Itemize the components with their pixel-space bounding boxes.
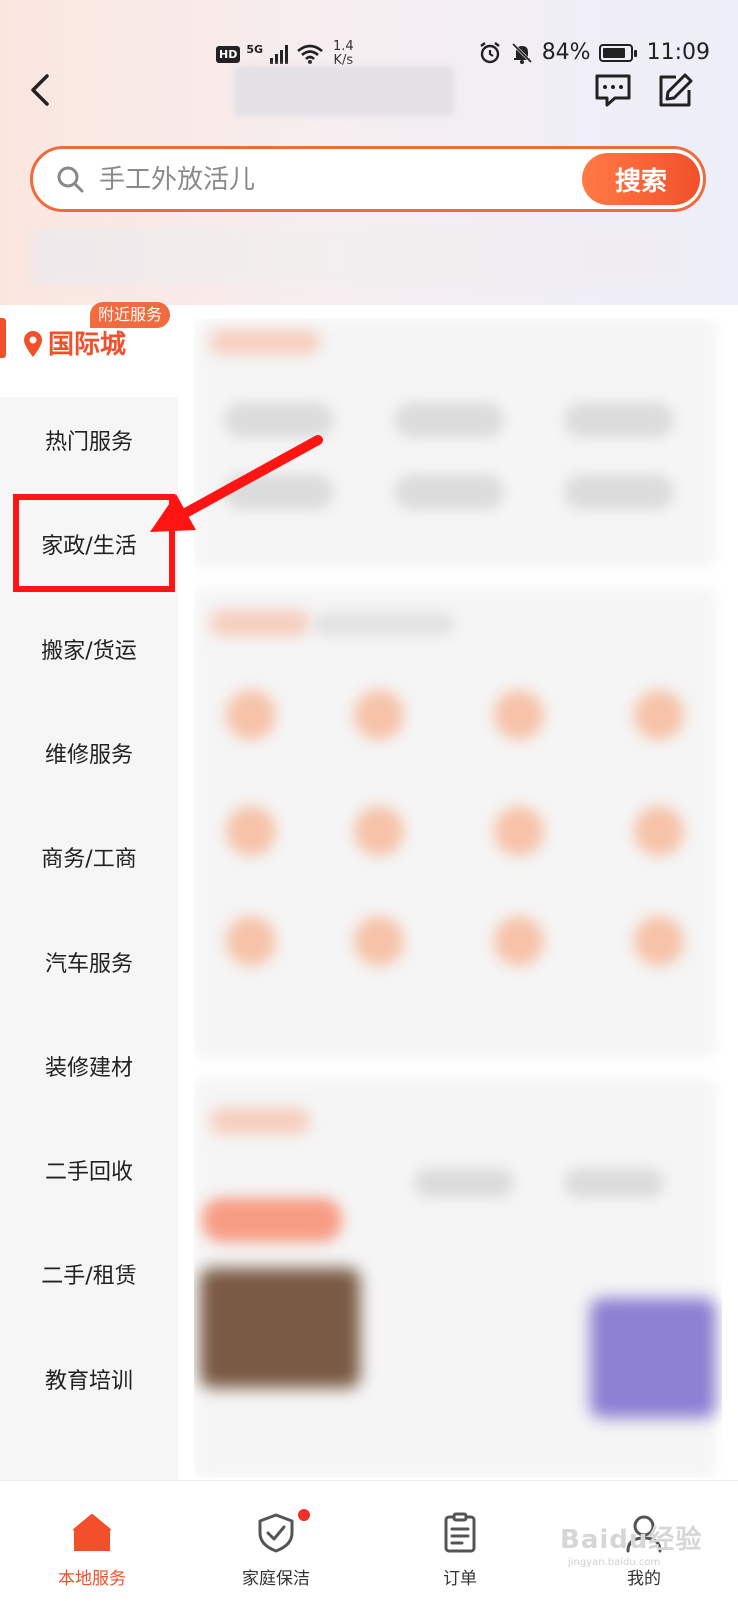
back-button[interactable] [20,68,60,112]
clipboard-icon [444,1512,476,1553]
blurred-icon [354,690,404,740]
nav-label: 本地服务 [58,1569,126,1589]
blurred-heading-2 [210,610,310,636]
sidebar-category[interactable]: 二手/租赁 [0,1244,178,1304]
search-bar[interactable]: 搜索 [30,146,706,212]
watermark: Baidu经验 [560,1525,703,1555]
blurred-chip [394,474,504,510]
clock: 11:09 [646,40,710,65]
blurred-photo [590,1298,716,1418]
battery-percent: 84% [541,40,591,65]
alarm-icon [479,41,500,63]
service-content-blurred [194,318,722,1478]
blurred-photo [200,1268,360,1388]
page-title-blurred [234,66,454,116]
search-icon [57,166,84,193]
shield-check-icon [258,1513,294,1553]
sidebar-category[interactable]: 装修建材 [0,1036,178,1096]
network-type: 5G [246,42,264,56]
blurred-icon [634,690,684,740]
nav-local-services[interactable]: 本地服务 [0,1481,184,1601]
blurred-chip [394,402,504,438]
blurred-chip [564,402,674,438]
blurred-icon [354,916,404,966]
blurred-icon [634,916,684,966]
location-pin-icon [24,331,42,357]
blurred-chip [564,1168,664,1198]
watermark-sub: jingyan.baidu.com [568,1557,661,1568]
blurred-heading-1 [210,330,320,354]
sidebar-category[interactable]: 汽车服务 [0,932,178,992]
blurred-chip [414,1168,514,1198]
sidebar-category[interactable]: 热门服务 [0,410,178,470]
nav-label: 家庭保洁 [242,1569,310,1589]
search-input[interactable] [97,157,601,203]
blurred-icon [634,806,684,856]
chevron-left-icon [31,74,49,106]
blurred-chip [224,402,334,438]
message-icon [595,74,631,107]
blurred-tag [202,1198,342,1242]
search-button[interactable]: 搜索 [582,153,700,205]
blurred-icon [494,806,544,856]
edit-button[interactable] [652,68,698,114]
location-name[interactable]: 国际城 [48,324,126,361]
blurred-panel-1 [194,318,716,568]
home-icon [72,1514,112,1551]
sidebar-category[interactable]: 商务/工商 [0,827,178,887]
nav-home-cleaning[interactable]: 家庭保洁 [184,1481,368,1601]
blurred-icon [226,916,276,966]
location-indicator [0,318,6,358]
status-right: 84% 11:09 [478,40,710,65]
status-left: HD 5G 1.4 K/s [216,40,354,68]
category-tabs-blurred [32,228,692,284]
mute-bell-icon [511,42,532,64]
bottom-nav: 本地服务 家庭保洁 订单 我的 Baidu经验 jingyan.baidu.co… [0,1480,738,1601]
battery-icon [598,43,637,62]
message-button[interactable] [590,68,636,114]
highlight-box [13,494,175,592]
nav-orders[interactable]: 订单 [368,1481,552,1601]
blurred-heading-3 [210,1108,310,1134]
blurred-icon [494,916,544,966]
sidebar-category[interactable]: 教育培训 [0,1349,178,1409]
blurred-chip [224,474,334,510]
blurred-icon [226,806,276,856]
edit-icon [659,73,693,107]
net-speed: 1.4 K/s [333,40,354,68]
nav-label: 订单 [443,1569,477,1589]
battery-fill [602,47,625,58]
blurred-icon [494,690,544,740]
wifi-icon [297,44,323,64]
blurred-chip [564,474,674,510]
net-speed-value: 1.4 [333,39,354,54]
sidebar-category[interactable]: 搬家/货运 [0,619,178,679]
sidebar-category[interactable]: 维修服务 [0,723,178,783]
signal-icon [270,45,289,64]
notification-dot [298,1509,310,1521]
blurred-subtitle [314,612,454,636]
hd-badge: HD [216,45,241,63]
blurred-icon [354,806,404,856]
sidebar-category[interactable]: 二手回收 [0,1140,178,1200]
blurred-icon [226,690,276,740]
